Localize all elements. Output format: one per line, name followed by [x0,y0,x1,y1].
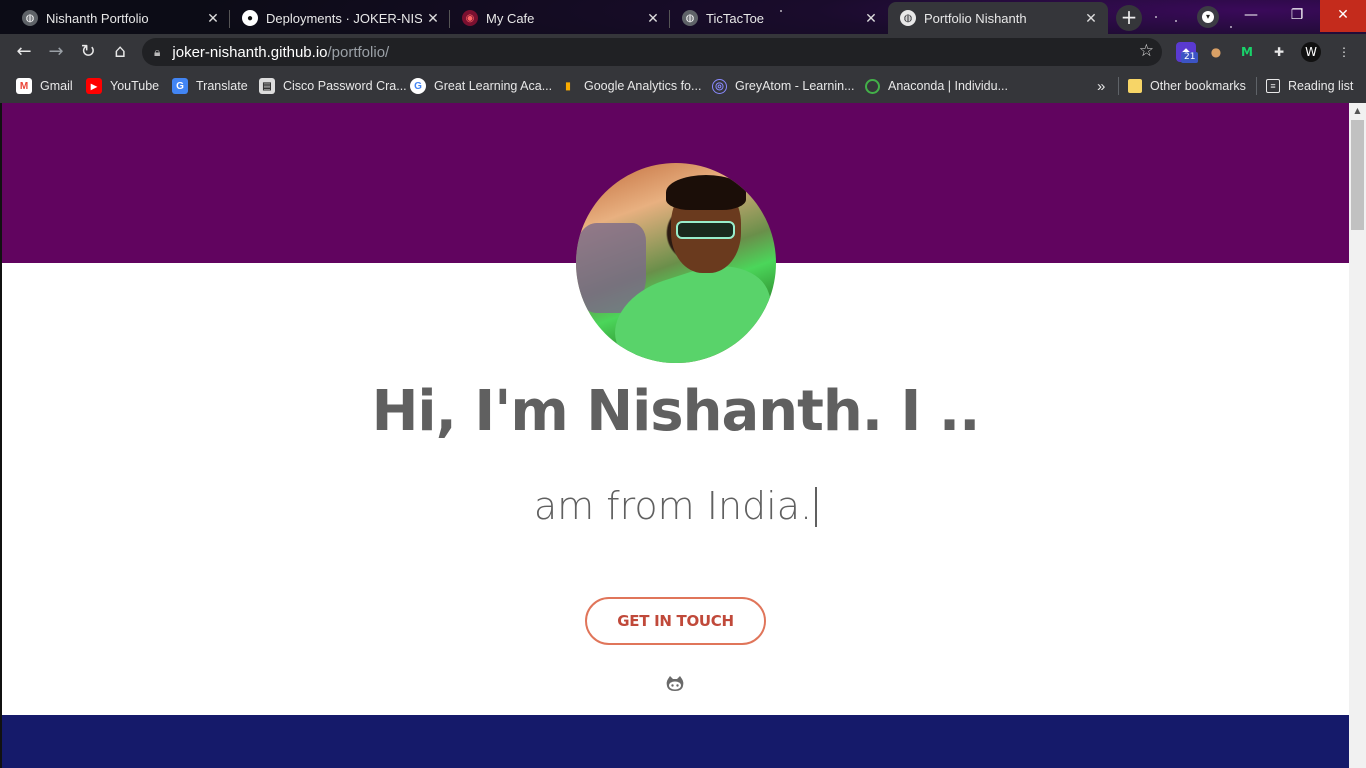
close-icon[interactable]: ✕ [642,10,664,27]
tab-search-button[interactable]: ▾ [1197,6,1219,28]
bookmark-label: Google Analytics fo... [584,79,702,93]
bookmarks-bar: M Gmail ▶ YouTube G Translate ▤ Cisco Pa… [0,70,1366,103]
lock-icon[interactable]: 🔒︎ [154,45,160,60]
tab-portfolio-nishanth[interactable]: ◍ Portfolio Nishanth ✕ [888,2,1108,34]
chevron-down-icon: ▾ [1202,11,1214,23]
bookmark-greyatom[interactable]: ◎ GreyAtom - Learnin... [712,76,855,96]
new-tab-button[interactable]: + [1116,5,1142,31]
tab-title: Portfolio Nishanth [924,10,1027,26]
cafe-icon: ◉ [462,10,478,26]
bookmark-google-analytics[interactable]: ▮ Google Analytics fo... [560,76,701,96]
back-button[interactable]: ← [12,40,36,64]
page-viewport: Hi, I'm Nishanth. I .. am from India. GE… [2,103,1349,768]
photo-hair [666,175,746,210]
scroll-up-arrow[interactable]: ▲ [1349,103,1366,118]
scrollbar-thumb[interactable] [1351,120,1364,230]
reading-list-icon: ≡ [1266,79,1280,93]
youtube-icon: ▶ [86,78,102,94]
tab-title: Deployments · JOKER-NISHANTH [266,10,422,26]
reload-button[interactable]: ↻ [76,40,100,64]
next-section-band [2,715,1349,768]
github-icon: ● [242,10,258,26]
home-button[interactable]: ⌂ [108,40,132,64]
bookmark-star-icon[interactable]: ☆ [1139,41,1154,61]
gmail-icon: M [16,78,32,94]
bookmark-label: Translate [196,79,248,93]
bookmark-translate[interactable]: G Translate [172,76,248,96]
reading-list-label: Reading list [1288,79,1354,93]
menu-icon[interactable]: ⋮ [1334,42,1354,62]
url-host: joker-nishanth.github.io [172,43,328,61]
close-icon[interactable]: ✕ [1080,10,1102,27]
restore-button[interactable]: ❐ [1274,0,1320,32]
bookmark-label: GreyAtom - Learnin... [735,79,855,93]
globe-icon: ◍ [900,10,916,26]
bookmark-great-learning[interactable]: G Great Learning Aca... [410,76,552,96]
tab-title: TicTacToe [706,10,765,26]
typing-subtitle: am from India. [2,484,1349,528]
browser-chrome: ◍ Nishanth Portfolio ✕ ● Deployments · J… [0,0,1366,103]
bookmark-label: Gmail [40,79,73,93]
globe-icon: ◍ [22,10,38,26]
url-path: /portfolio/ [327,43,390,61]
cisco-icon: ▤ [259,78,275,94]
bookmark-label: Great Learning Aca... [434,79,553,93]
typing-cursor [815,487,818,527]
bookmark-label: Anaconda | Individu... [888,79,1008,93]
close-window-button[interactable]: ✕ [1320,0,1366,32]
bookmark-label: Cisco Password Cra... [283,79,407,93]
tab-my-cafe[interactable]: ◉ My Cafe ✕ [450,4,670,32]
puzzle-icon[interactable]: ✚ [1269,42,1289,62]
google-icon: G [410,78,426,94]
address-bar[interactable]: 🔒︎ joker-nishanth.github.io/portfolio/ ☆ [142,38,1162,66]
photo-sunglasses [676,221,735,239]
github-icon[interactable] [666,676,684,692]
forward-button[interactable]: → [44,40,68,64]
bookmark-gmail[interactable]: M Gmail [16,76,73,96]
tab-title: Nishanth Portfolio [46,10,149,26]
profile-avatar[interactable]: W [1301,42,1321,62]
bookmarks-divider [1256,77,1257,95]
bookmarks-divider [1118,77,1119,95]
get-in-touch-button[interactable]: GET IN TOUCH [585,597,766,645]
bookmark-cisco[interactable]: ▤ Cisco Password Cra... [259,76,407,96]
tab-title: My Cafe [486,10,535,26]
reading-list[interactable]: ≡ Reading list [1266,76,1353,96]
globe-icon: ◍ [682,10,698,26]
close-icon[interactable]: ✕ [202,10,224,27]
extension-badge: 21 [1181,52,1199,63]
other-bookmarks-label: Other bookmarks [1150,79,1246,93]
bookmark-youtube[interactable]: ▶ YouTube [86,76,159,96]
translate-icon: G [172,78,188,94]
other-bookmarks[interactable]: Other bookmarks [1128,76,1246,96]
bookmarks-overflow-button[interactable]: » [1097,76,1105,96]
tab-deployments[interactable]: ● Deployments · JOKER-NISHANTH ✕ [230,4,450,32]
greyatom-icon: ◎ [712,78,727,94]
bookmark-label: YouTube [110,79,160,93]
tab-strip: ◍ Nishanth Portfolio ✕ ● Deployments · J… [0,0,1366,34]
folder-icon [1128,79,1142,93]
close-icon[interactable]: ✕ [422,10,444,27]
bookmark-anaconda[interactable]: Anaconda | Individu... [865,76,1008,96]
tab-tictactoe[interactable]: ◍ TicTacToe ✕ [670,4,888,32]
toolbar: ← → ↻ ⌂ 🔒︎ joker-nishanth.github.io/port… [0,34,1366,70]
page-title: Hi, I'm Nishanth. I .. [371,379,981,444]
profile-photo [576,163,776,363]
cookie-extension-icon[interactable]: ● [1206,42,1226,62]
close-icon[interactable]: ✕ [860,10,882,27]
anaconda-icon [865,78,880,94]
m-extension-icon[interactable]: M [1237,42,1257,62]
tab-nishanth-portfolio[interactable]: ◍ Nishanth Portfolio ✕ [10,4,230,32]
minimize-button[interactable]: — [1228,0,1274,32]
typed-text: am from India. [533,484,813,528]
chevron-right-icon: » [1097,77,1106,95]
analytics-icon: ▮ [565,80,571,92]
